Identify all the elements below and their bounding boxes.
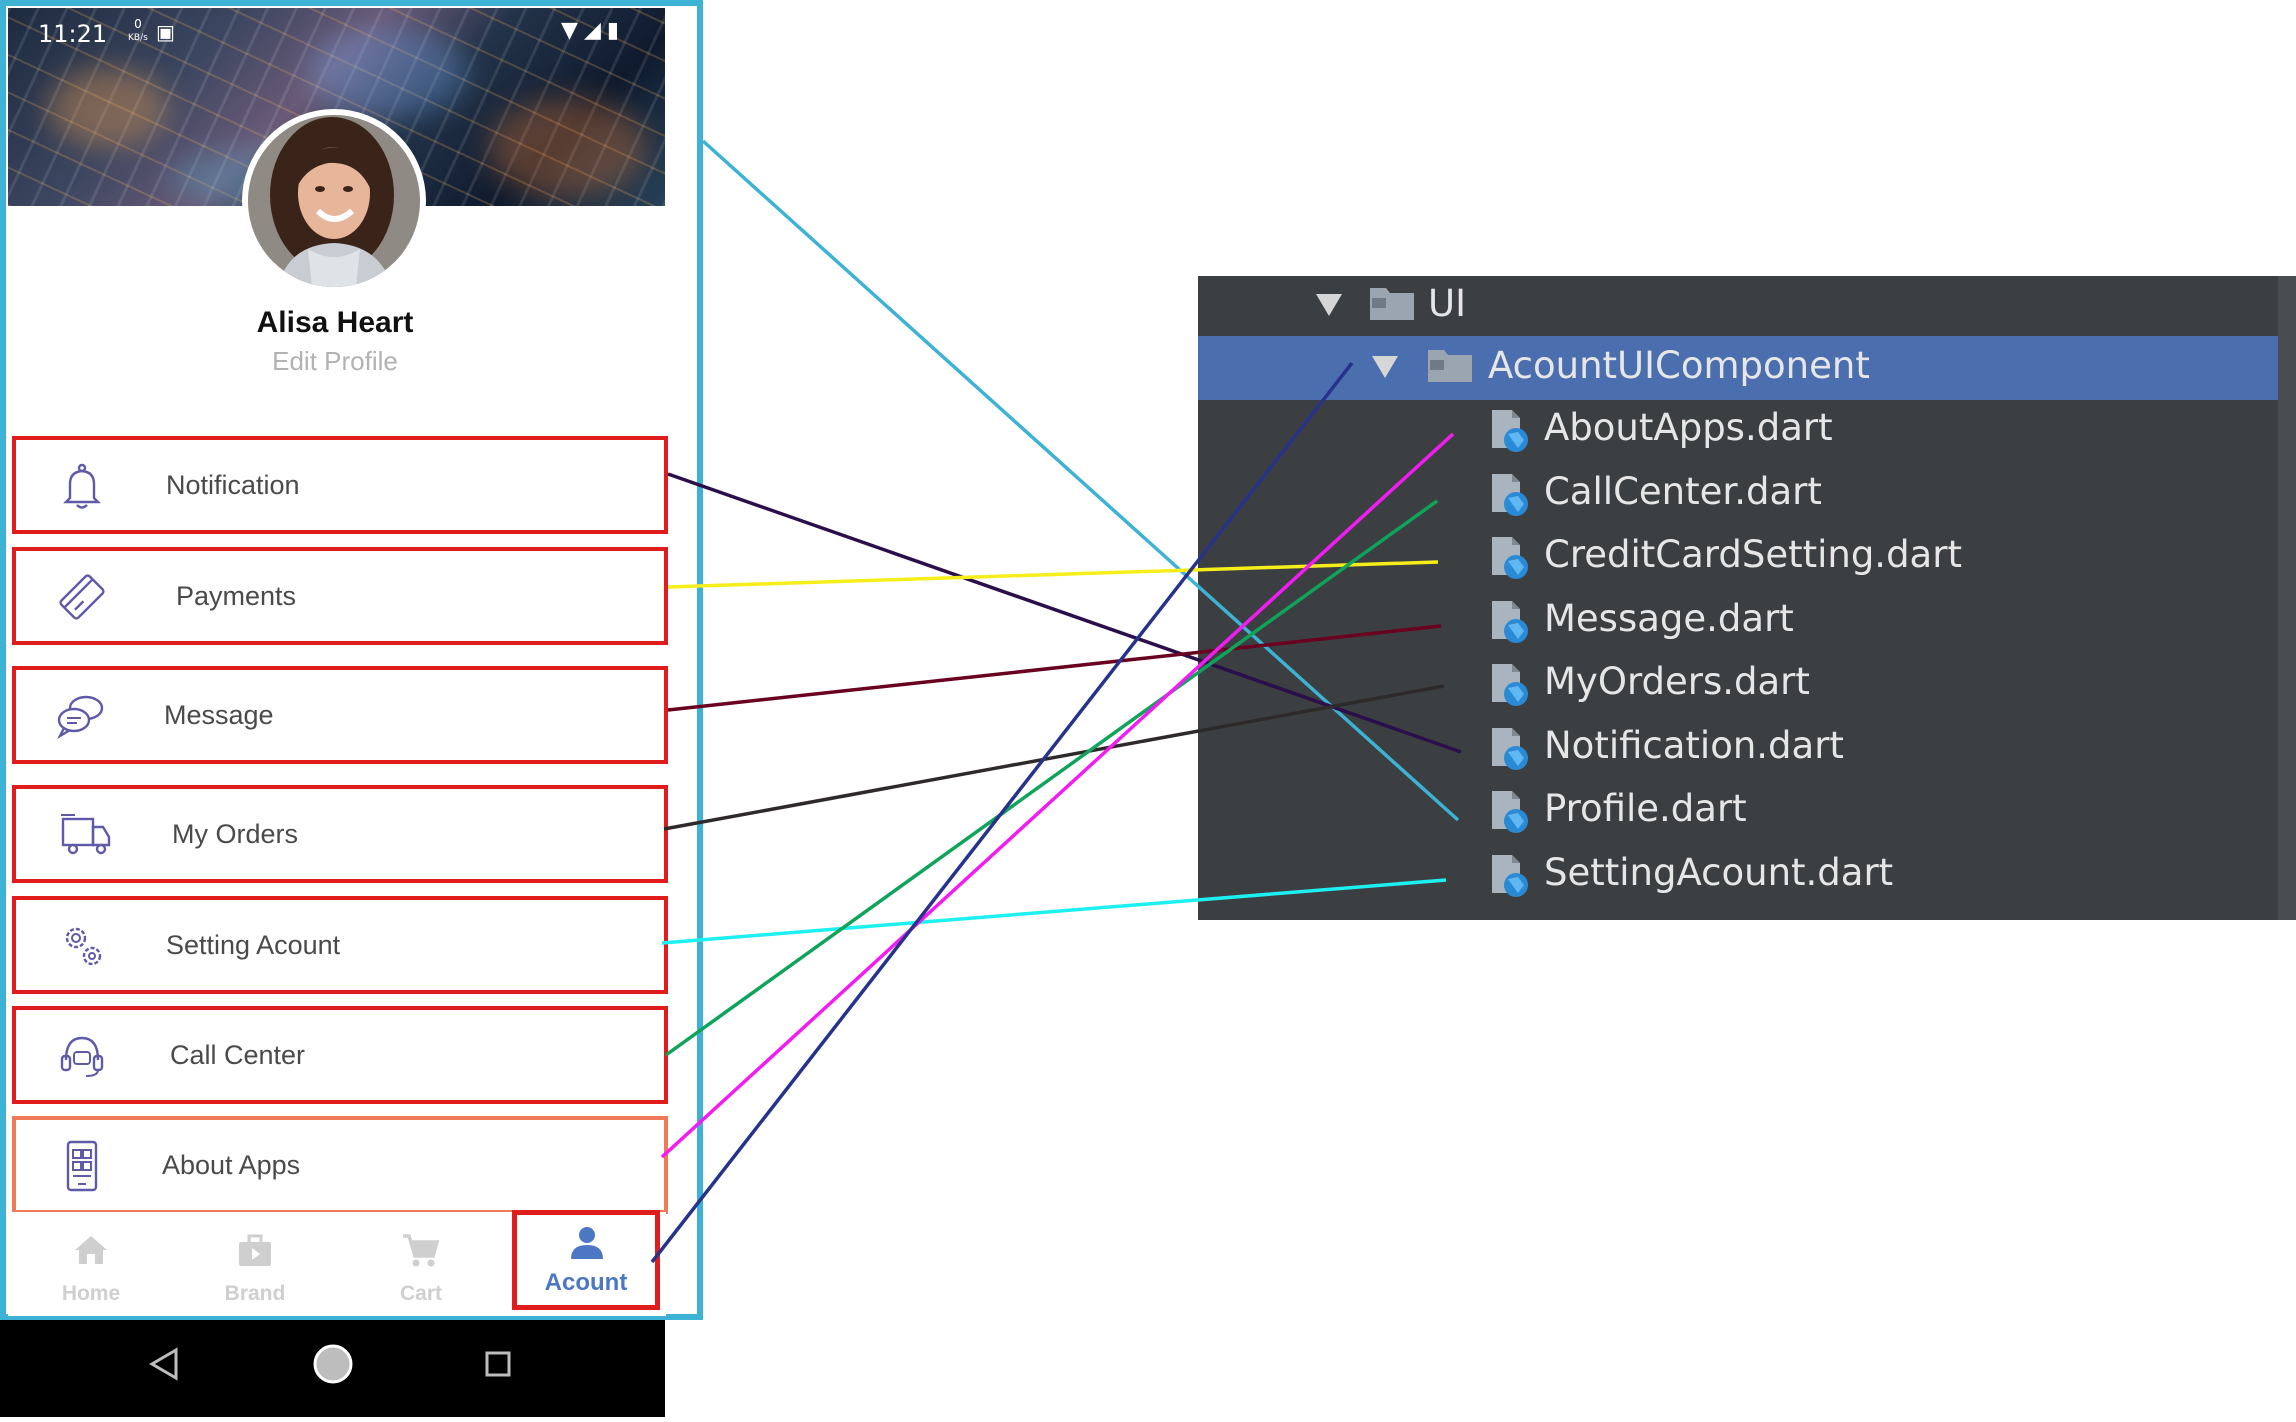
nav-label: Acount bbox=[544, 1269, 628, 1296]
menu-item-label: Call Center bbox=[170, 1040, 306, 1070]
brand-bag-icon bbox=[239, 1234, 271, 1266]
menu-item-label: Notification bbox=[166, 470, 300, 500]
tree-file-row[interactable]: CallCenter.dart bbox=[1198, 464, 2278, 524]
phone-screenshot: 11:21 0 KB/s ▣ ▼◢▮ Alisa Heart Edit Profi… bbox=[0, 0, 703, 1320]
status-bar: 11:21 0 KB/s ▣ ▼◢▮ bbox=[16, 14, 645, 48]
tree-label: AboutApps.dart bbox=[1544, 406, 1833, 449]
menu-item-my-orders[interactable]: My Orders bbox=[12, 785, 668, 883]
profile-name: Alisa Heart bbox=[256, 306, 414, 339]
menu-item-label: My Orders bbox=[172, 819, 299, 849]
nav-label: Cart bbox=[399, 1282, 442, 1305]
nav-cart[interactable]: Cart bbox=[346, 1212, 496, 1316]
tree-label: UI bbox=[1428, 282, 1466, 325]
signal-icon: ◢ bbox=[583, 18, 607, 43]
dart-file-icon bbox=[1492, 727, 1528, 770]
back-icon[interactable] bbox=[149, 1347, 178, 1381]
home-icon bbox=[75, 1236, 107, 1264]
person-icon bbox=[571, 1227, 603, 1259]
headset-icon bbox=[60, 1036, 104, 1077]
status-time: 11:21 bbox=[38, 20, 108, 48]
home-button-icon[interactable] bbox=[313, 1344, 353, 1384]
bell-icon bbox=[63, 463, 101, 509]
dart-file-icon bbox=[1492, 791, 1528, 833]
status-icons: ▼◢▮ bbox=[561, 18, 625, 43]
recents-icon[interactable] bbox=[485, 1351, 511, 1377]
dart-file-icon bbox=[1492, 473, 1528, 516]
battery-icon: ▮ bbox=[606, 18, 625, 43]
tree-file-row[interactable]: MyOrders.dart bbox=[1198, 654, 2278, 714]
folder-icon bbox=[1370, 288, 1414, 320]
tree-label: SettingAcount.dart bbox=[1544, 850, 1894, 894]
edit-profile-link[interactable]: Edit Profile bbox=[6, 346, 664, 377]
nav-acount[interactable]: Acount bbox=[512, 1210, 660, 1310]
chat-bubbles-icon bbox=[57, 695, 104, 740]
menu-item-call-center[interactable]: Call Center bbox=[12, 1006, 668, 1104]
image-notification-icon: ▣ bbox=[156, 20, 175, 44]
tree-label: CallCenter.dart bbox=[1544, 469, 1822, 513]
dart-file-icon bbox=[1492, 664, 1528, 706]
nav-label: Brand bbox=[224, 1282, 286, 1305]
tree-file-row[interactable]: Notification.dart bbox=[1198, 718, 2278, 778]
dart-file-icon bbox=[1492, 600, 1528, 643]
tree-row-ui[interactable]: UI bbox=[1198, 276, 2278, 336]
credit-card-icon bbox=[59, 574, 105, 620]
tree-label: Notification.dart bbox=[1544, 723, 1844, 767]
tree-file-row[interactable]: SettingAcount.dart bbox=[1198, 845, 2278, 905]
cart-icon bbox=[403, 1234, 440, 1267]
expand-arrow-icon[interactable] bbox=[1316, 294, 1342, 316]
tree-file-row[interactable]: CreditCardSetting.dart bbox=[1198, 527, 2278, 587]
delivery-truck-icon bbox=[61, 814, 111, 855]
folder-icon bbox=[1428, 350, 1472, 382]
dart-file-icon bbox=[1492, 854, 1528, 897]
network-speed: 0 KB/s bbox=[128, 17, 148, 43]
tree-row-acountuicomponent[interactable]: AcountUIComponent bbox=[1198, 338, 2278, 398]
menu-item-message[interactable]: Message bbox=[12, 666, 668, 764]
tree-label: Message.dart bbox=[1544, 596, 1794, 640]
menu-item-setting-acount[interactable]: Setting Acount bbox=[12, 896, 668, 994]
menu-item-payments[interactable]: Payments bbox=[12, 547, 668, 645]
tree-label: Profile.dart bbox=[1544, 787, 1747, 830]
menu-item-notification[interactable]: Notification bbox=[12, 436, 668, 534]
nav-label: Home bbox=[61, 1282, 121, 1305]
android-navigation-bar bbox=[0, 1320, 665, 1417]
menu-item-label: About Apps bbox=[162, 1150, 301, 1180]
nav-home[interactable]: Home bbox=[16, 1212, 166, 1316]
tree-file-row[interactable]: AboutApps.dart bbox=[1198, 400, 2278, 460]
dart-file-icon bbox=[1492, 537, 1528, 579]
wifi-icon: ▼ bbox=[561, 18, 584, 43]
phone-app-icon bbox=[66, 1140, 98, 1192]
bottom-navigation: Home Brand Cart Acount bbox=[8, 1210, 666, 1316]
dart-file-icon bbox=[1492, 410, 1528, 452]
tree-file-row[interactable]: Message.dart bbox=[1198, 591, 2278, 651]
tree-label: MyOrders.dart bbox=[1544, 660, 1810, 703]
expand-arrow-icon[interactable] bbox=[1372, 356, 1398, 378]
gears-icon bbox=[65, 927, 102, 966]
menu-item-about-apps[interactable]: About Apps bbox=[12, 1116, 668, 1214]
menu-item-label: Setting Acount bbox=[166, 930, 341, 960]
tree-file-row[interactable]: Profile.dart bbox=[1198, 781, 2278, 841]
menu-item-label: Payments bbox=[176, 581, 297, 611]
tree-label: CreditCardSetting.dart bbox=[1544, 533, 1962, 576]
tree-label: AcountUIComponent bbox=[1488, 344, 1870, 387]
nav-brand[interactable]: Brand bbox=[180, 1212, 330, 1316]
scrollbar[interactable] bbox=[2278, 276, 2296, 920]
avatar[interactable] bbox=[242, 109, 426, 293]
project-tree-panel: UI AcountUIComponent AboutApps.dart CallC… bbox=[1198, 276, 2296, 920]
menu-item-label: Message bbox=[164, 700, 274, 730]
